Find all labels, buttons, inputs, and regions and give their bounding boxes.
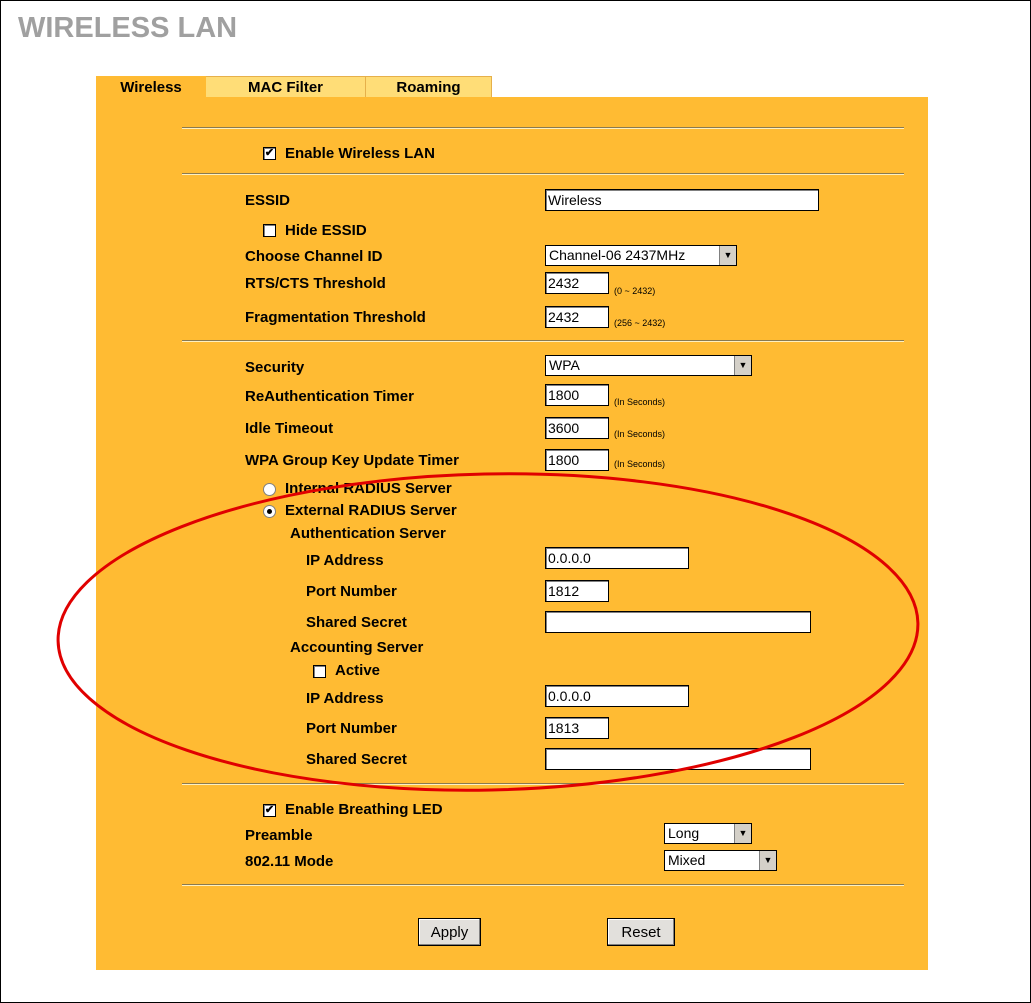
preamble-select[interactable]: Long ▼ [664,823,752,844]
divider [182,783,904,785]
hide-essid-label: Hide ESSID [285,222,367,239]
breathing-led-label: Enable Breathing LED [285,801,443,818]
wpa-group-unit-hint: (In Seconds) [614,459,666,469]
frag-input[interactable]: 2432 [545,306,609,328]
auth-port-input[interactable]: 1812 [545,580,609,602]
auth-secret-label: Shared Secret [306,614,407,631]
acct-secret-label: Shared Secret [306,751,407,768]
dropdown-arrow-icon: ▼ [734,356,751,375]
reauth-unit-hint: (In Seconds) [614,397,666,407]
idle-label: Idle Timeout [245,420,334,437]
security-label: Security [245,359,305,376]
frag-label: Fragmentation Threshold [245,309,426,326]
acct-server-heading: Accounting Server [290,639,424,656]
frag-range-hint: (256 ~ 2432) [614,318,666,328]
preamble-label: Preamble [245,827,313,844]
auth-secret-input[interactable] [545,611,811,633]
auth-ip-label: IP Address [306,552,384,569]
divider [182,340,904,342]
acct-active-checkbox[interactable] [313,665,326,678]
external-radius-label: External RADIUS Server [285,502,457,519]
enable-wireless-checkbox[interactable]: ✔ [263,147,276,160]
acct-secret-input[interactable] [545,748,811,770]
checkmark-icon: ✔ [264,804,275,816]
rts-range-hint: (0 ~ 2432) [614,286,656,296]
internal-radius-radio[interactable] [263,483,276,496]
dropdown-arrow-icon: ▼ [759,851,776,870]
idle-input[interactable]: 3600 [545,417,609,439]
acct-ip-input[interactable]: 0.0.0.0 [545,685,689,707]
tab-wireless[interactable]: Wireless [96,76,206,98]
channel-value: Channel-06 2437MHz [549,247,686,263]
wpa-group-input[interactable]: 1800 [545,449,609,471]
preamble-value: Long [668,825,700,841]
auth-server-heading: Authentication Server [290,525,446,542]
reauth-input[interactable]: 1800 [545,384,609,406]
divider [182,127,904,129]
reset-button[interactable]: Reset [607,918,675,946]
mode-label: 802.11 Mode [245,853,334,870]
tab-mac-filter[interactable]: MAC Filter [206,76,366,98]
rts-label: RTS/CTS Threshold [245,275,386,292]
auth-port-label: Port Number [306,583,397,600]
tab-roaming[interactable]: Roaming [366,76,492,98]
security-value: WPA [549,357,580,373]
rts-input[interactable]: 2432 [545,272,609,294]
security-select[interactable]: WPA ▼ [545,355,752,376]
dropdown-arrow-icon: ▼ [734,824,751,843]
settings-panel [96,97,928,970]
checkmark-icon: ✔ [264,147,275,159]
idle-unit-hint: (In Seconds) [614,429,666,439]
reauth-label: ReAuthentication Timer [245,388,414,405]
acct-ip-label: IP Address [306,690,384,707]
apply-button[interactable]: Apply [418,918,481,946]
mode-value: Mixed [668,852,706,868]
external-radius-radio[interactable] [263,505,276,518]
internal-radius-label: Internal RADIUS Server [285,480,452,497]
mode-select[interactable]: Mixed ▼ [664,850,777,871]
wpa-group-label: WPA Group Key Update Timer [245,452,459,469]
auth-ip-input[interactable]: 0.0.0.0 [545,547,689,569]
channel-label: Choose Channel ID [245,248,383,265]
breathing-led-checkbox[interactable]: ✔ [263,804,276,817]
channel-select[interactable]: Channel-06 2437MHz ▼ [545,245,737,266]
hide-essid-checkbox[interactable] [263,224,276,237]
dropdown-arrow-icon: ▼ [719,246,736,265]
acct-active-label: Active [335,662,381,679]
divider [182,884,904,886]
acct-port-input[interactable]: 1813 [545,717,609,739]
page-title: WIRELESS LAN [18,12,238,44]
divider [182,173,904,175]
acct-port-label: Port Number [306,720,397,737]
essid-label: ESSID [245,192,291,209]
essid-input[interactable]: Wireless [545,189,819,211]
enable-wireless-label: Enable Wireless LAN [285,145,435,162]
